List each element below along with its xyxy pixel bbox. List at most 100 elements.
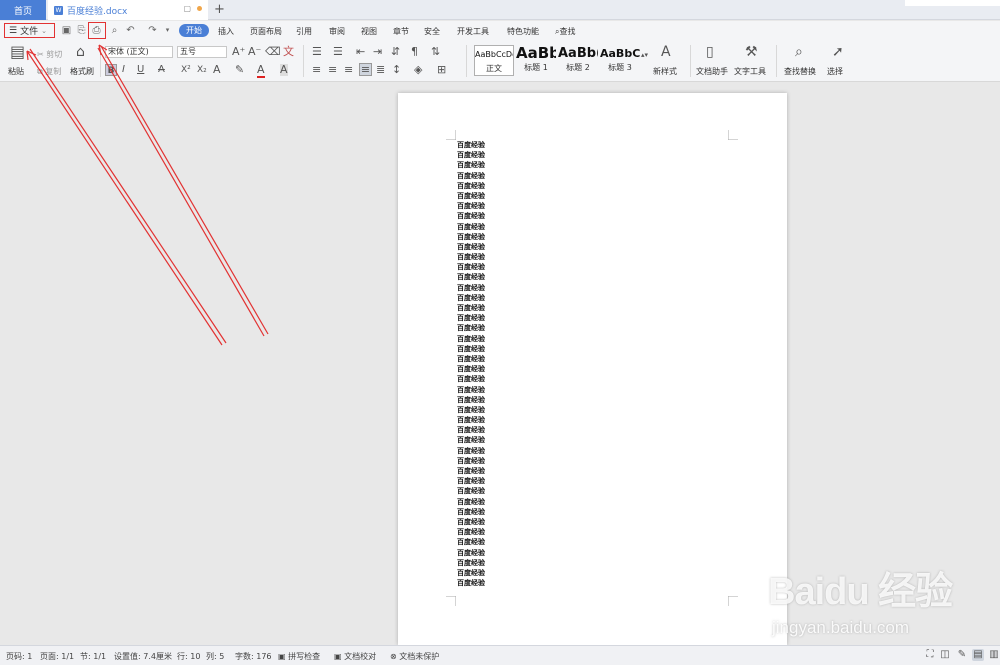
find-replace-button[interactable]: 查找替换 (784, 66, 816, 77)
menu-insert[interactable]: 插入 (218, 26, 234, 37)
document-line: 百度经验 (457, 161, 485, 170)
print-preview-icon[interactable]: ⌕ (109, 25, 120, 36)
menu-security[interactable]: 安全 (424, 26, 440, 37)
web-view-icon[interactable]: ▥ (988, 649, 1000, 661)
shading-icon[interactable]: ◈ (414, 64, 422, 76)
styles-scroll-icon[interactable]: ▴▾ (641, 49, 648, 61)
redo-icon[interactable]: ↷ (147, 25, 158, 36)
text-tools-button[interactable]: 文字工具 (734, 66, 766, 77)
status-word-count[interactable]: 字数: 176 (235, 651, 272, 662)
underline-icon[interactable]: U (137, 64, 144, 76)
line-spacing-icon[interactable]: ↕ (392, 64, 401, 76)
document-line: 百度经验 (457, 528, 485, 537)
chinese-layout-icon[interactable]: ⇵ (391, 46, 400, 58)
status-set-value[interactable]: 设置值: 7.4厘米 (114, 651, 172, 662)
decrease-indent-icon[interactable]: ⇤ (356, 46, 365, 58)
font-size-select[interactable]: 五号 (177, 46, 227, 58)
tab-document[interactable]: W 百度经验.docx ▢ (48, 0, 208, 20)
subscript-icon[interactable]: X₂ (197, 64, 207, 76)
customize-dropdown-icon[interactable]: ▾ (162, 25, 173, 36)
doc-protect-button[interactable]: ⊗ 文档未保护 (390, 651, 439, 662)
save-icon[interactable]: ▣ (61, 25, 72, 36)
document-line: 百度经验 (457, 232, 485, 241)
distributed-icon[interactable]: ≣ (376, 64, 385, 76)
char-shading-icon[interactable]: A (280, 64, 288, 76)
write-mode-icon[interactable]: ✎ (956, 649, 968, 661)
format-painter-button[interactable]: 格式刷 (70, 66, 94, 77)
clear-format-icon[interactable]: ⌫ (265, 46, 281, 58)
doc-assistant-button[interactable]: 文档助手 (696, 66, 728, 77)
superscript-icon[interactable]: X² (181, 64, 191, 76)
document-line: 百度经验 (457, 467, 485, 475)
menu-page-layout[interactable]: 页面布局 (250, 26, 282, 37)
status-pages[interactable]: 页面: 1/1 (40, 651, 74, 662)
strikethrough-icon[interactable]: A (158, 64, 165, 76)
menu-special-features[interactable]: 特色功能 (507, 26, 539, 37)
select-button[interactable]: 选择 (827, 66, 843, 77)
paste-icon[interactable]: ▤ (10, 44, 25, 60)
new-style-icon[interactable]: A (661, 45, 671, 59)
new-style-button[interactable]: 新样式 (653, 66, 677, 77)
font-name-select[interactable]: 宋体 (正文) (105, 46, 173, 58)
separator (100, 45, 101, 77)
status-row[interactable]: 行: 10 (177, 651, 200, 662)
export-pdf-icon[interactable]: ⎘ (76, 25, 87, 36)
copy-button[interactable]: ⧉ 复制 (37, 66, 61, 77)
menu-view[interactable]: 视图 (361, 26, 377, 37)
menu-chapter[interactable]: 章节 (393, 26, 409, 37)
menu-developer[interactable]: 开发工具 (457, 26, 489, 37)
comment-icon[interactable]: ▢ (183, 4, 191, 13)
align-left-icon[interactable]: ≡ (312, 64, 321, 76)
menu-search[interactable]: ⌕查找 (555, 26, 575, 37)
status-section[interactable]: 节: 1/1 (80, 651, 106, 662)
text-effect-icon[interactable]: A (213, 64, 221, 76)
style-heading-3[interactable]: AaBbC( 标题 3 (600, 45, 640, 76)
style-heading-2[interactable]: AaBb( 标题 2 (558, 45, 598, 76)
cursor-icon[interactable]: ➚ (832, 45, 844, 59)
doc-assistant-icon[interactable]: ▯ (706, 45, 714, 59)
wrench-icon[interactable]: ⚒ (745, 45, 758, 59)
format-painter-icon[interactable]: ⌂ (76, 45, 85, 59)
fullscreen-icon[interactable]: ⛶ (924, 649, 936, 661)
border-icon[interactable]: ⊞ (437, 64, 446, 76)
align-center-icon[interactable]: ≡ (328, 64, 337, 76)
highlight-icon[interactable]: ✎ (235, 64, 244, 76)
menu-start[interactable]: 开始 (179, 24, 209, 37)
align-right-icon[interactable]: ≡ (344, 64, 353, 76)
print-icon[interactable]: ⎙ (91, 25, 102, 36)
style-heading-1[interactable]: AaBb 标题 1 (516, 45, 556, 76)
paste-button[interactable]: 粘贴 (8, 66, 24, 77)
cut-button[interactable]: ✂ 剪切 (37, 49, 62, 60)
document-page[interactable]: 百度经验 百度经验 百度经验 百度经验 百度经验 百度经验 百度经验 百度经验 百度经验 百度经验… (398, 93, 787, 645)
document-line: 百度经验 (457, 212, 485, 221)
doc-proof-button[interactable]: ▣ 文档校对 (334, 651, 376, 662)
shrink-font-icon[interactable]: A⁻ (248, 46, 261, 58)
pinyin-guide-icon[interactable]: 文 (283, 46, 294, 58)
menu-references[interactable]: 引用 (296, 26, 312, 37)
style-label: 标题 2 (566, 63, 590, 72)
status-page-number[interactable]: 页码: 1 (6, 651, 32, 662)
style-normal[interactable]: AaBbCcDd 正文 (474, 45, 514, 76)
document-line: 百度经验 (457, 181, 485, 190)
italic-icon[interactable]: I (122, 64, 125, 76)
page-view-icon[interactable]: ▤ (972, 649, 984, 661)
show-marks-icon[interactable]: ¶ (411, 46, 418, 58)
read-mode-icon[interactable]: ◫ (939, 649, 951, 661)
status-column[interactable]: 列: 5 (206, 651, 224, 662)
numbered-list-icon[interactable]: ☰ (333, 46, 343, 58)
new-tab-button[interactable]: + (214, 2, 225, 17)
document-body[interactable]: 百度经验 百度经验 百度经验 百度经验 百度经验 百度经验 百度经验 百度经验 百度经验 百度经验… (457, 140, 485, 588)
grow-font-icon[interactable]: A⁺ (232, 46, 245, 58)
find-icon[interactable]: ⌕ (795, 45, 803, 59)
sort-icon[interactable]: ⇅ (431, 46, 440, 58)
font-color-icon[interactable]: A (257, 64, 265, 78)
justify-icon[interactable]: ≡ (359, 63, 372, 76)
bullet-list-icon[interactable]: ☰ (312, 46, 322, 58)
increase-indent-icon[interactable]: ⇥ (373, 46, 382, 58)
tab-home[interactable]: 首页 (0, 0, 46, 20)
spell-check-button[interactable]: ▣ 拼写检查 (278, 651, 320, 662)
bold-icon[interactable]: B (105, 64, 117, 76)
undo-icon[interactable]: ↶ (125, 25, 136, 36)
menu-review[interactable]: 审阅 (329, 26, 345, 37)
file-menu-button[interactable]: ☰ 文件 ⌄ (4, 23, 55, 38)
